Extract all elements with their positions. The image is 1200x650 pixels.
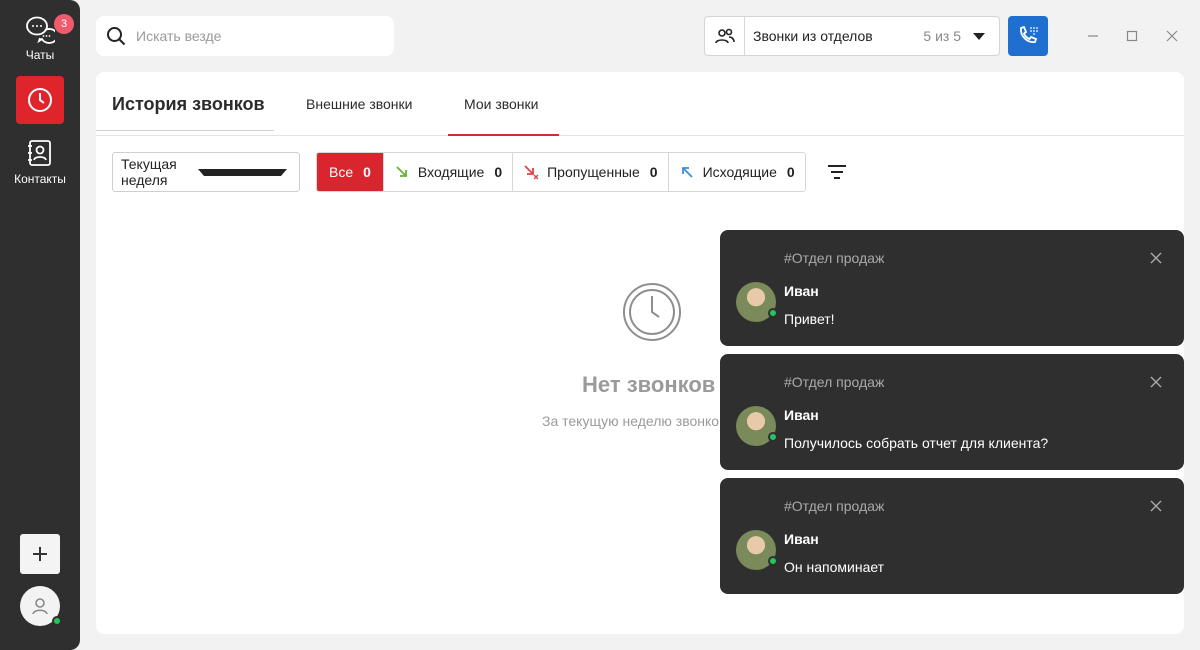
sender-name: Иван bbox=[784, 407, 819, 423]
sender-avatar bbox=[736, 530, 778, 570]
minimize-icon bbox=[1088, 35, 1098, 37]
group-users-icon bbox=[705, 17, 745, 55]
filter-count: 0 bbox=[649, 164, 658, 180]
add-button[interactable] bbox=[20, 534, 60, 574]
call-type-filters: Все 0 Входящие 0 Пропущенные 0 Исходящие… bbox=[316, 152, 806, 192]
maximize-icon bbox=[1126, 30, 1138, 42]
notification-channel: #Отдел продаж bbox=[784, 374, 885, 390]
sort-filter-icon[interactable] bbox=[826, 164, 848, 180]
online-status-dot bbox=[768, 432, 778, 442]
incoming-call-icon bbox=[396, 166, 407, 177]
tab-external-calls[interactable]: Внешние звонки bbox=[306, 96, 412, 112]
departments-count: 5 из 5 bbox=[923, 28, 961, 44]
close-icon[interactable] bbox=[1148, 250, 1164, 266]
online-status-dot bbox=[768, 308, 778, 318]
tab-my-calls[interactable]: Мои звонки bbox=[464, 96, 538, 112]
notification-message: Получилось собрать отчет для клиента? bbox=[784, 435, 1049, 451]
sidebar-item-call-history[interactable] bbox=[16, 76, 64, 124]
filter-label: Входящие bbox=[417, 164, 485, 180]
filter-label: Все bbox=[329, 164, 354, 180]
close-icon[interactable] bbox=[1148, 498, 1164, 514]
filter-label: Пропущенные bbox=[547, 164, 640, 180]
search-box bbox=[96, 16, 394, 56]
sidebar-item-label: Контакты bbox=[14, 172, 66, 186]
title-divider bbox=[96, 130, 274, 131]
online-status-dot bbox=[768, 556, 778, 566]
chat-bubbles-icon bbox=[26, 16, 55, 44]
empty-state-subtitle: За текущую неделю звонков bbox=[542, 413, 727, 429]
empty-clock-icon bbox=[623, 283, 681, 341]
filter-all[interactable]: Все 0 bbox=[317, 153, 384, 191]
filter-outgoing[interactable]: Исходящие 0 bbox=[668, 153, 805, 191]
dialpad-call-button[interactable] bbox=[1008, 16, 1048, 56]
sidebar-item-label: Чаты bbox=[25, 48, 55, 62]
user-avatar[interactable] bbox=[20, 586, 62, 626]
sender-avatar bbox=[736, 406, 778, 446]
filter-label: Исходящие bbox=[702, 164, 777, 180]
departments-label: Звонки из отделов bbox=[753, 28, 873, 44]
notification-message: Привет! bbox=[784, 311, 835, 327]
maximize-button[interactable] bbox=[1122, 26, 1142, 46]
caret-down-icon bbox=[198, 168, 287, 176]
user-icon bbox=[32, 598, 48, 615]
close-icon bbox=[1166, 30, 1178, 42]
sidebar: Чаты 3 Контакты bbox=[0, 0, 80, 650]
sidebar-item-contacts[interactable]: Контакты bbox=[0, 138, 80, 186]
notification-toast[interactable]: #Отдел продаж Иван Получилось собрать от… bbox=[720, 354, 1184, 470]
phone-dialpad-icon bbox=[1020, 25, 1038, 43]
clock-icon bbox=[28, 88, 52, 112]
sender-name: Иван bbox=[784, 531, 819, 547]
filter-count: 0 bbox=[786, 164, 795, 180]
online-status-dot bbox=[52, 616, 62, 626]
tab-bar: История звонков Внешние звонки Мои звонк… bbox=[96, 72, 1184, 136]
sender-avatar bbox=[736, 282, 778, 322]
contacts-book-icon bbox=[28, 140, 51, 166]
period-value: Текущая неделя bbox=[121, 156, 177, 188]
filter-count: 0 bbox=[494, 164, 503, 180]
page-title: История звонков bbox=[112, 94, 265, 114]
period-select[interactable]: Текущая неделя bbox=[112, 152, 300, 192]
empty-state-title: Нет звонков bbox=[582, 372, 716, 397]
search-icon bbox=[107, 27, 126, 46]
outgoing-call-icon bbox=[681, 167, 693, 178]
plus-icon bbox=[33, 547, 47, 561]
sidebar-item-chats[interactable]: Чаты 3 bbox=[0, 14, 80, 66]
notification-channel: #Отдел продаж bbox=[784, 498, 885, 514]
active-tab-indicator bbox=[448, 134, 559, 136]
missed-call-icon bbox=[524, 165, 539, 180]
unread-badge: 3 bbox=[54, 14, 74, 34]
caret-down-icon bbox=[973, 32, 985, 40]
notification-toast[interactable]: #Отдел продаж Иван Он напоминает bbox=[720, 478, 1184, 594]
close-icon[interactable] bbox=[1148, 374, 1164, 390]
close-window-button[interactable] bbox=[1162, 26, 1182, 46]
minimize-button[interactable] bbox=[1083, 26, 1103, 46]
search-input[interactable] bbox=[136, 28, 376, 44]
notification-toast[interactable]: #Отдел продаж Иван Привет! bbox=[720, 230, 1184, 346]
filter-missed[interactable]: Пропущенные 0 bbox=[513, 153, 669, 191]
departments-dropdown[interactable]: Звонки из отделов 5 из 5 bbox=[704, 16, 1000, 56]
notification-channel: #Отдел продаж bbox=[784, 250, 885, 266]
notification-message: Он напоминает bbox=[784, 559, 885, 575]
filter-incoming[interactable]: Входящие 0 bbox=[383, 153, 514, 191]
sender-name: Иван bbox=[784, 283, 819, 299]
filter-count: 0 bbox=[363, 164, 371, 180]
